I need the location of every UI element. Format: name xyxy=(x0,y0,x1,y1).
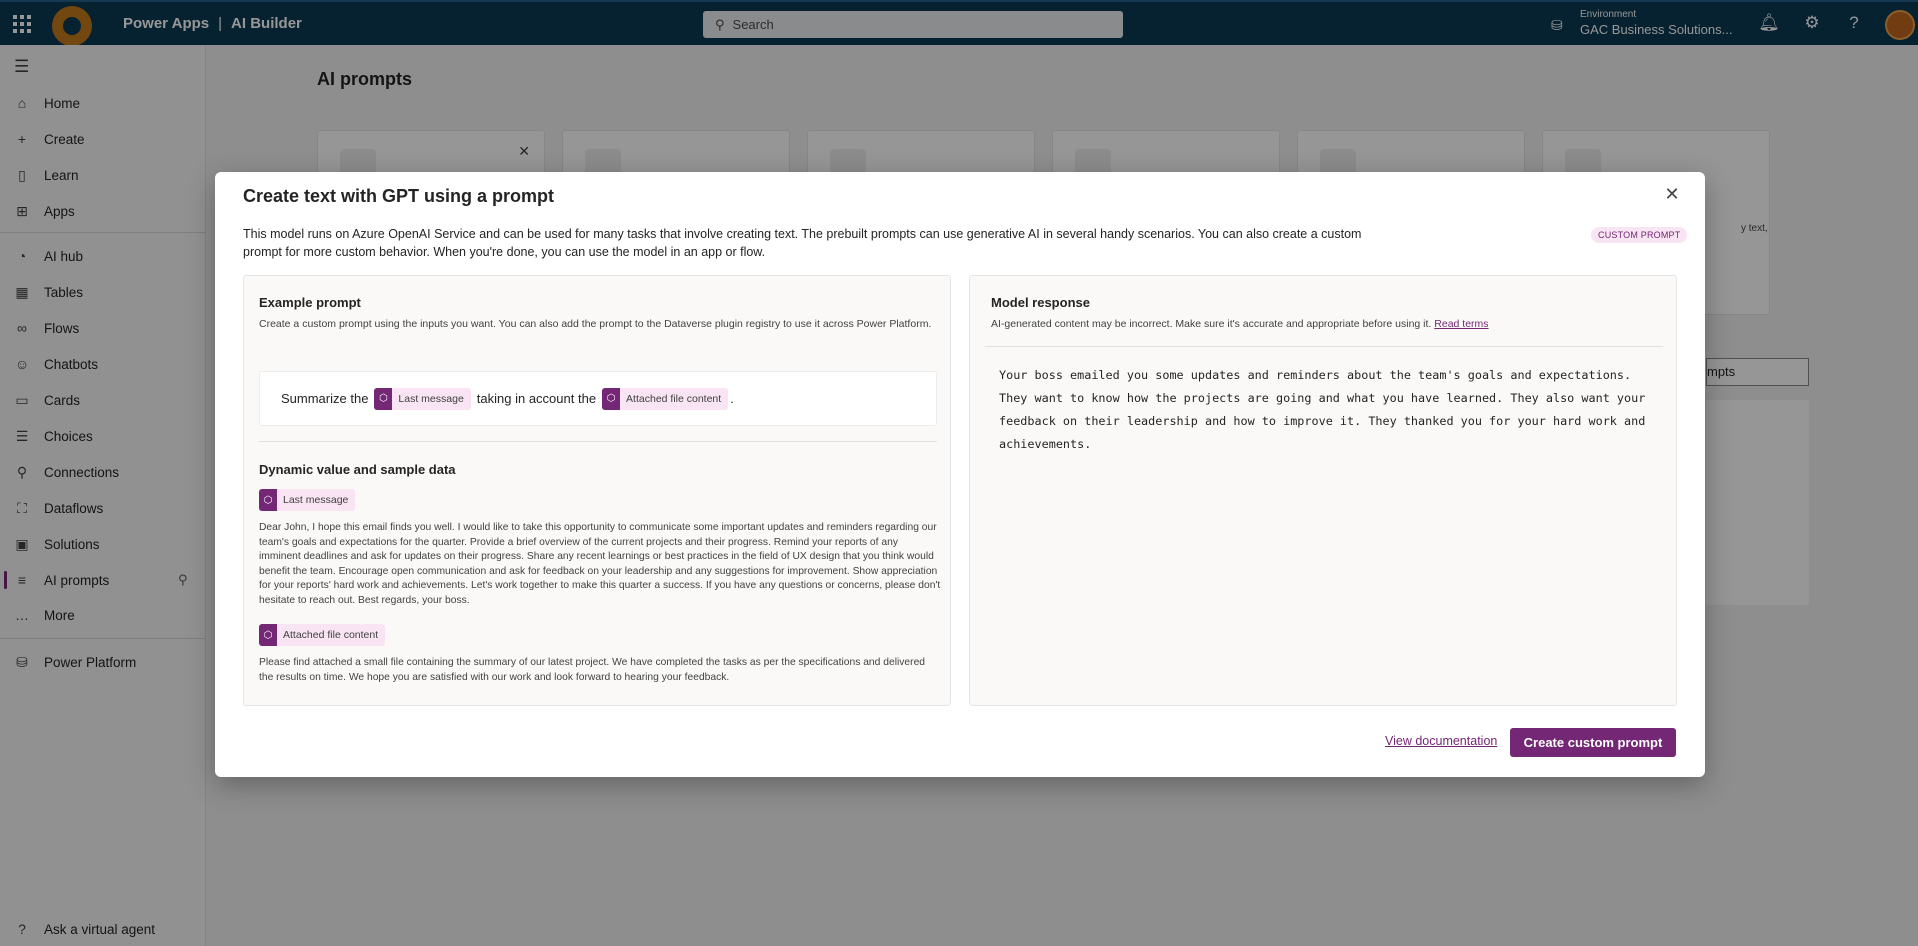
chip-label: Attached file content xyxy=(626,392,722,405)
attached-file-chip: ⬡ Attached file content xyxy=(259,624,386,646)
ai-token-icon: ⬡ xyxy=(259,489,277,511)
response-disclaimer: AI-generated content may be incorrect. M… xyxy=(991,316,1671,333)
dialog-title: Create text with GPT using a prompt xyxy=(243,186,555,206)
view-documentation-link[interactable]: View documentation xyxy=(1385,734,1497,748)
read-terms-link[interactable]: Read terms xyxy=(1434,318,1488,330)
prompt-text-start: Summarize the xyxy=(281,391,369,406)
create-prompt-dialog: Create text with GPT using a prompt ✕ Th… xyxy=(215,172,1705,777)
create-custom-prompt-button[interactable]: Create custom prompt xyxy=(1510,728,1676,757)
example-prompt-heading: Example prompt xyxy=(259,295,361,310)
prompt-text-end: . xyxy=(730,391,734,406)
chip-label: Attached file content xyxy=(283,629,379,641)
prompt-text-middle: taking in account the xyxy=(476,391,597,406)
ai-token-icon: ⬡ xyxy=(602,387,621,410)
attached-file-sample: Please find attached a small file contai… xyxy=(259,657,926,683)
chip-label: Last message xyxy=(398,392,464,405)
ai-token-icon: ⬡ xyxy=(374,387,393,410)
last-message-chip: ⬡ Last message xyxy=(374,387,471,410)
attached-file-chip: ⬡ Attached file content xyxy=(602,387,729,410)
chip-label: Last message xyxy=(283,494,349,506)
close-icon[interactable]: ✕ xyxy=(1660,182,1684,206)
ai-token-icon: ⬡ xyxy=(259,624,277,646)
panel-divider xyxy=(985,346,1663,347)
example-prompt-box: Summarize the ⬡ Last message taking in ac… xyxy=(259,371,937,426)
last-message-chip: ⬡ Last message xyxy=(259,489,356,511)
model-response-panel: Model response AI-generated content may … xyxy=(969,275,1677,706)
panel-divider xyxy=(259,441,937,442)
dialog-description: This model runs on Azure OpenAI Service … xyxy=(243,227,1362,259)
model-response-heading: Model response xyxy=(991,295,1090,310)
disclaimer-text: AI-generated content may be incorrect. M… xyxy=(991,318,1432,330)
model-response-text: Your boss emailed you some updates and r… xyxy=(999,368,1646,451)
dynamic-value-heading: Dynamic value and sample data xyxy=(259,462,456,477)
last-message-sample: Dear John, I hope this email finds you w… xyxy=(259,522,941,606)
example-prompt-panel: Example prompt Create a custom prompt us… xyxy=(243,275,951,706)
example-prompt-subtitle: Create a custom prompt using the inputs … xyxy=(259,318,932,330)
custom-prompt-badge: CUSTOM PROMPT xyxy=(1591,227,1688,243)
